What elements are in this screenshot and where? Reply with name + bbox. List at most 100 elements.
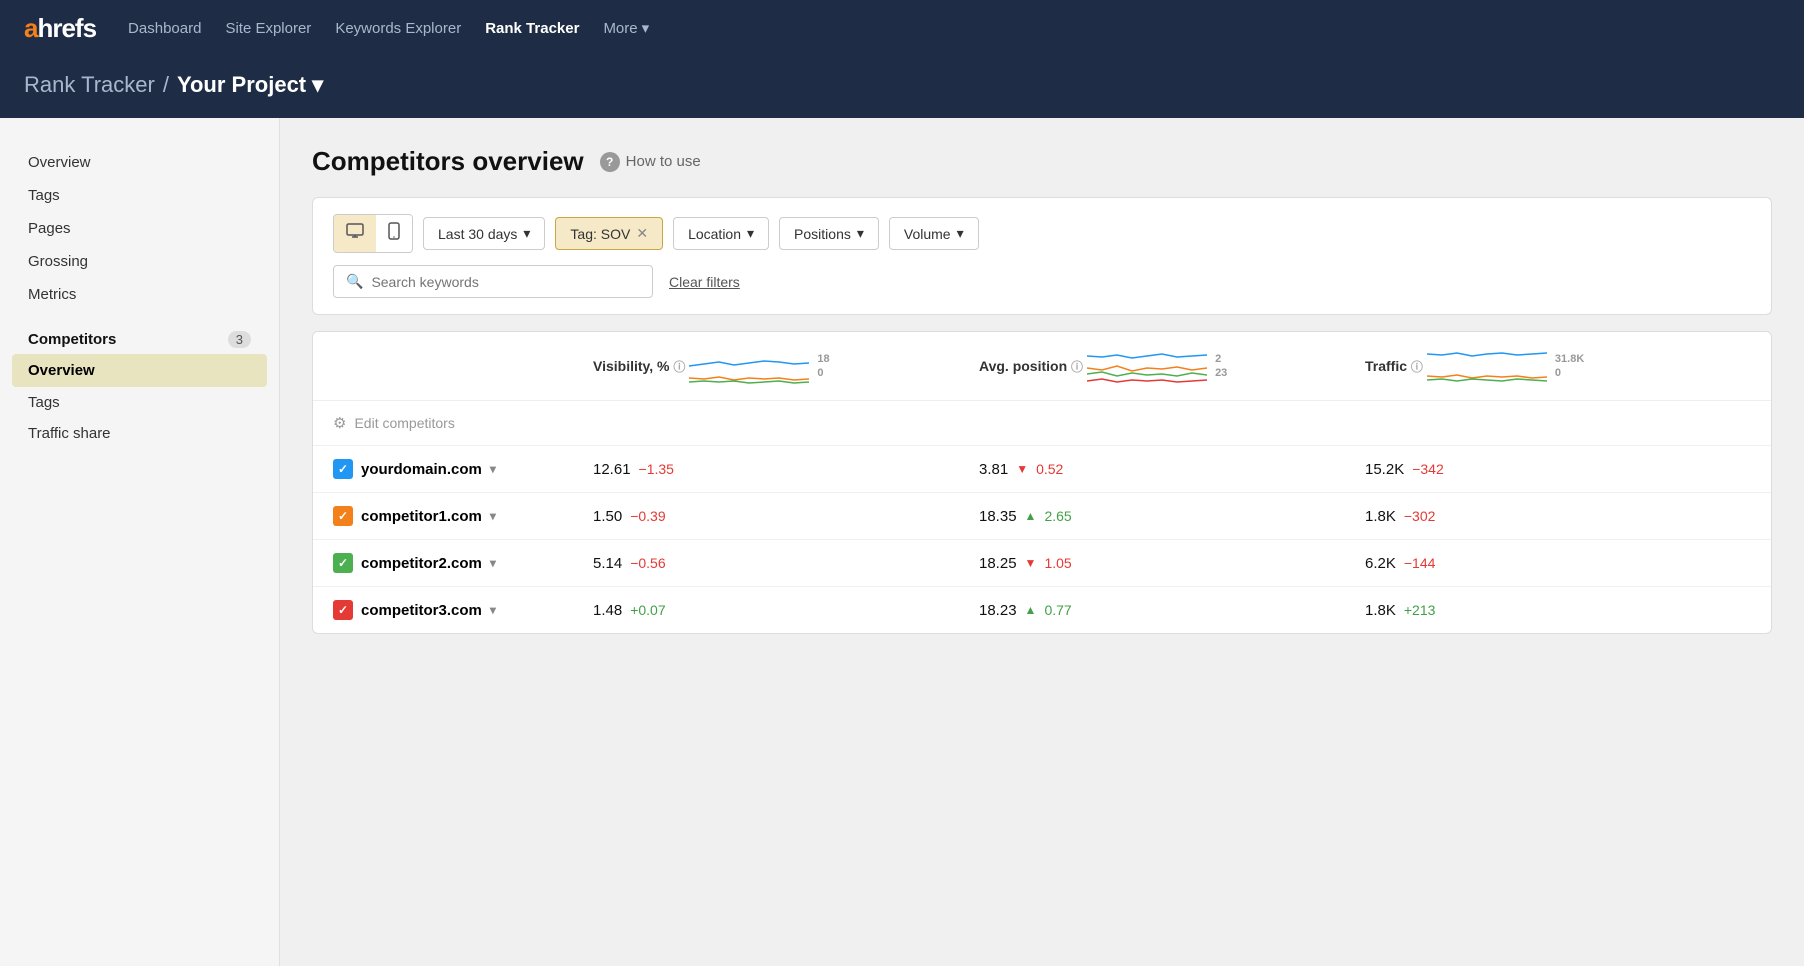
- sidebar-section-competitors: Competitors 3: [0, 311, 279, 354]
- arrow-up-icon: ▲: [1025, 509, 1037, 523]
- avg-position-chart-col: 2 23: [1087, 346, 1227, 386]
- visibility-info-icon[interactable]: ⓘ: [673, 360, 685, 374]
- traffic-cell-0: 15.2K −342: [1365, 461, 1751, 478]
- chevron-down-icon[interactable]: ▾: [490, 556, 496, 570]
- traffic-chart-col: 31.8K 0: [1427, 346, 1584, 386]
- page-header: Competitors overview ? How to use: [312, 146, 1772, 177]
- chevron-down-icon[interactable]: ▾: [490, 509, 496, 523]
- traffic-cell-2: 6.2K −144: [1365, 555, 1751, 572]
- sidebar-item-grossing[interactable]: Grossing: [0, 245, 279, 278]
- chevron-down-icon: ▾: [747, 225, 754, 242]
- col-header-traffic: Traffic ⓘ 31.8K 0: [1365, 346, 1751, 386]
- breadcrumb-project[interactable]: Your Project ▾: [177, 72, 323, 98]
- breadcrumb-separator: /: [163, 72, 169, 98]
- date-filter-btn[interactable]: Last 30 days ▾: [423, 217, 545, 250]
- sidebar-item-metrics[interactable]: Metrics: [0, 278, 279, 311]
- avg-position-cell-0: 3.81 ▼ 0.52: [979, 461, 1365, 478]
- sidebar-item-overview[interactable]: Overview: [0, 146, 279, 179]
- avg-position-scale: 2 23: [1215, 353, 1227, 379]
- chevron-down-icon: ▾: [857, 225, 864, 242]
- logo[interactable]: ahrefs: [24, 13, 96, 44]
- sidebar-item-competitors-overview[interactable]: Overview: [12, 354, 267, 387]
- filter-row-top: Last 30 days ▾ Tag: SOV ✕ Location ▾ Pos…: [333, 214, 1751, 253]
- device-toggle: [333, 214, 413, 253]
- nav-links: Dashboard Site Explorer Keywords Explore…: [128, 19, 649, 37]
- sidebar-item-pages[interactable]: Pages: [0, 212, 279, 245]
- location-filter-btn[interactable]: Location ▾: [673, 217, 769, 250]
- table-row: ✓ yourdomain.com ▾ 12.61 −1.35 3.81 ▼ 0.…: [313, 446, 1771, 493]
- sidebar-item-tags[interactable]: Tags: [0, 179, 279, 212]
- nav-rank-tracker[interactable]: Rank Tracker: [485, 20, 579, 37]
- logo-a: a: [24, 13, 37, 43]
- nav-more[interactable]: More ▾: [603, 19, 649, 37]
- avg-position-cell-3: 18.23 ▲ 0.77: [979, 602, 1365, 619]
- sidebar-item-traffic-share[interactable]: Traffic share: [0, 418, 279, 449]
- chevron-down-icon[interactable]: ▾: [490, 462, 496, 476]
- visibility-cell-3: 1.48 +0.07: [593, 602, 979, 619]
- table-row: ✓ competitor3.com ▾ 1.48 +0.07 18.23 ▲ 0…: [313, 587, 1771, 633]
- chevron-down-icon: ▾: [523, 225, 530, 242]
- search-keywords-input[interactable]: [371, 274, 640, 290]
- main-content: Competitors overview ? How to use: [280, 118, 1804, 966]
- top-nav: ahrefs Dashboard Site Explorer Keywords …: [0, 0, 1804, 56]
- page-title: Competitors overview: [312, 146, 584, 177]
- data-card: Visibility, % ⓘ 18: [312, 331, 1772, 634]
- checkbox-competitor1[interactable]: ✓: [333, 506, 353, 526]
- table-row: ✓ competitor1.com ▾ 1.50 −0.39 18.35 ▲ 2…: [313, 493, 1771, 540]
- arrow-down-icon: ▼: [1025, 556, 1037, 570]
- clear-filters-btn[interactable]: Clear filters: [669, 274, 740, 290]
- filter-card: Last 30 days ▾ Tag: SOV ✕ Location ▾ Pos…: [312, 197, 1772, 315]
- how-to-use-link[interactable]: ? How to use: [600, 152, 701, 172]
- avg-position-mini-chart: [1087, 346, 1207, 386]
- chevron-down-icon[interactable]: ▾: [490, 603, 496, 617]
- chevron-down-icon: ▾: [957, 225, 964, 242]
- domain-cell-2: ✓ competitor2.com ▾: [333, 553, 593, 573]
- checkbox-yourdomain[interactable]: ✓: [333, 459, 353, 479]
- edit-competitors-cell[interactable]: ⚙ Edit competitors: [333, 414, 593, 432]
- table-row: ✓ competitor2.com ▾ 5.14 −0.56 18.25 ▼ 1…: [313, 540, 1771, 587]
- search-box: 🔍: [333, 265, 653, 298]
- avg-position-cell-1: 18.35 ▲ 2.65: [979, 508, 1365, 525]
- search-row: 🔍 Clear filters: [333, 265, 1751, 298]
- traffic-scale: 31.8K 0: [1555, 353, 1584, 379]
- nav-dashboard[interactable]: Dashboard: [128, 20, 201, 37]
- edit-competitors-row: ⚙ Edit competitors: [313, 401, 1771, 446]
- sidebar: Overview Tags Pages Grossing Metrics Com…: [0, 118, 280, 966]
- traffic-info-icon[interactable]: ⓘ: [1411, 360, 1423, 374]
- nav-site-explorer[interactable]: Site Explorer: [225, 20, 311, 37]
- device-mobile-btn[interactable]: [376, 215, 412, 252]
- breadcrumb-prefix: Rank Tracker: [24, 72, 155, 98]
- avg-position-cell-2: 18.25 ▼ 1.05: [979, 555, 1365, 572]
- domain-cell-0: ✓ yourdomain.com ▾: [333, 459, 593, 479]
- device-desktop-btn[interactable]: [334, 215, 376, 252]
- tag-filter-btn[interactable]: Tag: SOV ✕: [555, 217, 663, 250]
- gear-icon: ⚙: [333, 414, 346, 432]
- help-icon: ?: [600, 152, 620, 172]
- visibility-cell-2: 5.14 −0.56: [593, 555, 979, 572]
- sidebar-item-competitors-tags[interactable]: Tags: [0, 387, 279, 418]
- logo-hrefs: hrefs: [37, 13, 96, 43]
- positions-filter-btn[interactable]: Positions ▾: [779, 217, 879, 250]
- visibility-scale: 18 0: [817, 353, 829, 379]
- volume-filter-btn[interactable]: Volume ▾: [889, 217, 979, 250]
- arrow-down-icon: ▼: [1016, 462, 1028, 476]
- visibility-chart-col: 18 0: [689, 346, 829, 386]
- traffic-cell-3: 1.8K +213: [1365, 602, 1751, 619]
- visibility-mini-chart: [689, 346, 809, 386]
- avg-position-info-icon[interactable]: ⓘ: [1071, 360, 1083, 374]
- chevron-down-icon: ▾: [312, 72, 323, 98]
- visibility-cell-0: 12.61 −1.35: [593, 461, 979, 478]
- domain-cell-1: ✓ competitor1.com ▾: [333, 506, 593, 526]
- table-header: Visibility, % ⓘ 18: [313, 332, 1771, 401]
- checkbox-competitor3[interactable]: ✓: [333, 600, 353, 620]
- visibility-cell-1: 1.50 −0.39: [593, 508, 979, 525]
- domain-cell-3: ✓ competitor3.com ▾: [333, 600, 593, 620]
- chevron-down-icon: ▾: [642, 19, 650, 37]
- checkbox-competitor2[interactable]: ✓: [333, 553, 353, 573]
- arrow-up-icon: ▲: [1025, 603, 1037, 617]
- nav-keywords-explorer[interactable]: Keywords Explorer: [335, 20, 461, 37]
- col-header-avg-position: Avg. position ⓘ 2 23: [979, 346, 1365, 386]
- competitors-count: 3: [228, 331, 251, 348]
- tag-close-icon[interactable]: ✕: [636, 225, 648, 242]
- traffic-cell-1: 1.8K −302: [1365, 508, 1751, 525]
